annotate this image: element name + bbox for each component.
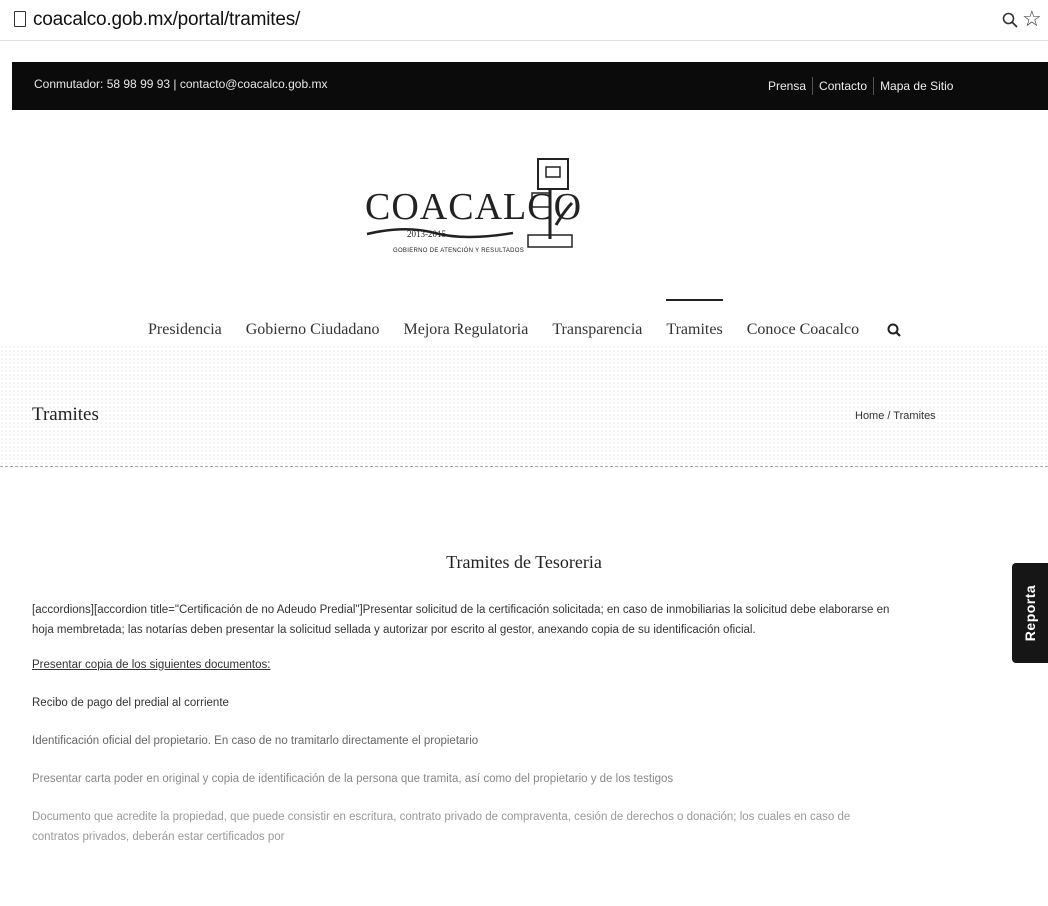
section-title: Tramites de Tesoreria — [446, 552, 602, 572]
site-logo[interactable]: COACALCO 2013-2015 GOBIERNO DE ATENCIÓN … — [365, 155, 581, 260]
page-title: Tramites — [32, 404, 99, 425]
nav-mejora-regulatoria[interactable]: Mejora Regulatoria — [404, 321, 529, 339]
top-contact-bar: Conmutador: 58 98 99 93 | contacto@coaca… — [12, 62, 1048, 110]
page-icon — [14, 11, 26, 27]
divider — [0, 466, 1048, 467]
nav-presidencia[interactable]: Presidencia — [148, 321, 222, 339]
top-link-mapa-de-sitio[interactable]: Mapa de Sitio — [873, 77, 959, 95]
zoom-icon[interactable] — [1002, 12, 1018, 28]
title-band — [0, 345, 1048, 470]
reporta-label: Reporta — [1022, 584, 1038, 642]
logo-years: 2013-2015 — [407, 229, 446, 239]
paragraph: Presentar copia de los siguientes docume… — [32, 659, 271, 671]
reporta-feedback-tab[interactable]: Reporta — [1012, 563, 1048, 663]
bookmark-star-icon[interactable]: ☆ — [1022, 8, 1042, 30]
url-field[interactable]: coacalco.gob.mx/portal/tramites/ — [33, 9, 300, 31]
paragraph: Identificación oficial del propietario. … — [32, 735, 479, 747]
nav-transparencia[interactable]: Transparencia — [552, 321, 642, 339]
logo-tagline: GOBIERNO DE ATENCIÓN Y RESULTADOS — [393, 248, 525, 254]
nav-gobierno-ciudadano[interactable]: Gobierno Ciudadano — [246, 321, 380, 339]
nav-tramites[interactable]: Tramites — [666, 299, 724, 339]
top-link-prensa[interactable]: Prensa — [762, 77, 812, 95]
top-links: Prensa Contacto Mapa de Sitio — [762, 62, 959, 110]
top-link-contacto[interactable]: Contacto — [812, 77, 873, 95]
browser-address-bar: coacalco.gob.mx/portal/tramites/ ☆ — [0, 0, 1048, 41]
paragraph: Recibo de pago del predial al corriente — [32, 697, 229, 709]
search-icon[interactable] — [887, 323, 901, 337]
paragraph: [accordions][accordion title="Certificac… — [32, 604, 890, 636]
nav-conoce-coacalco[interactable]: Conoce Coacalco — [747, 321, 859, 339]
breadcrumb[interactable]: Home / Tramites — [855, 410, 936, 422]
contact-info: Conmutador: 58 98 99 93 | contacto@coaca… — [34, 77, 328, 91]
paragraph: Documento que acredite la propiedad, que… — [32, 811, 851, 843]
main-nav: Presidencia Gobierno Ciudadano Mejora Re… — [148, 299, 901, 344]
paragraph: Presentar carta poder en original y copi… — [32, 773, 674, 785]
logo-emblem-icon — [527, 158, 574, 248]
